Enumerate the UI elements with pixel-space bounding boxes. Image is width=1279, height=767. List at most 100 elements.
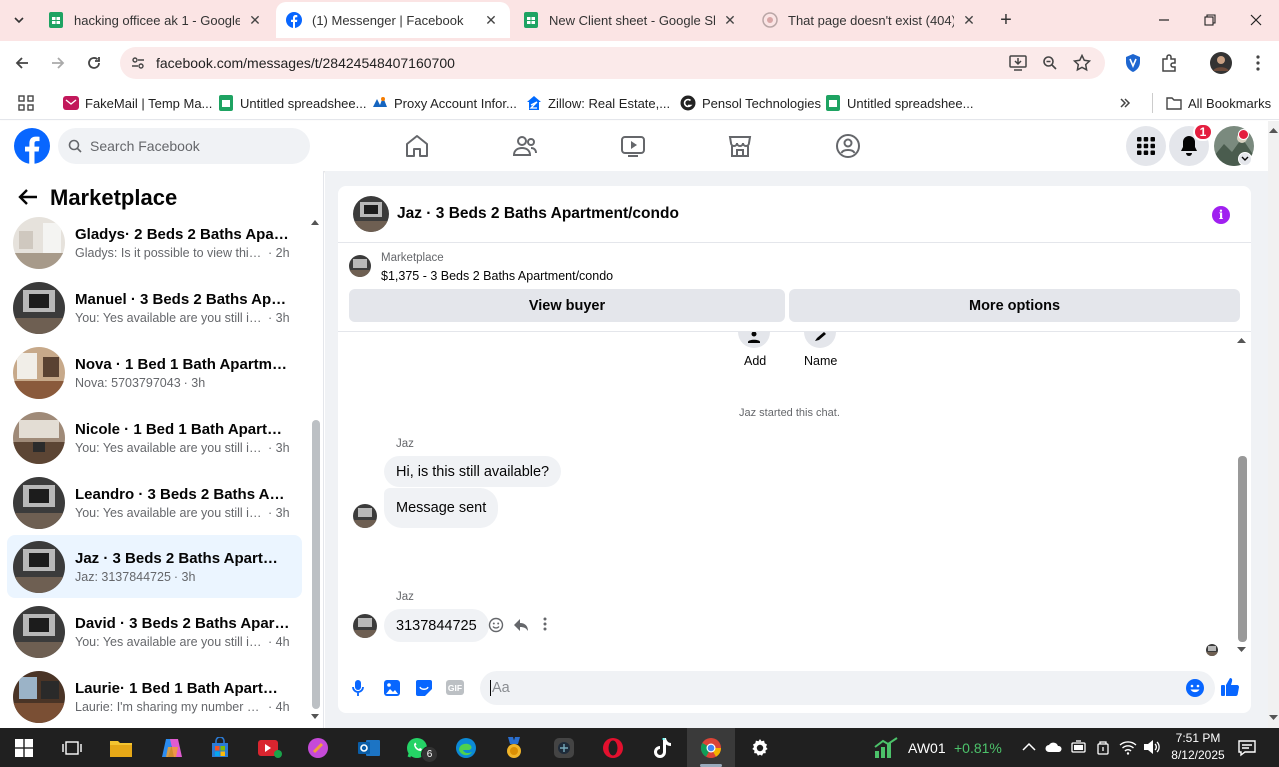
page-scroll-up-icon[interactable] — [1269, 127, 1278, 133]
show-hidden-icons-chevron-icon[interactable] — [1022, 741, 1036, 751]
chat-title[interactable]: Jaz · 3 Beds 2 Baths Apartment/condo — [397, 205, 679, 223]
bookmark-untitled-spreadsheet-1[interactable]: Untitled spreadshee... — [218, 92, 366, 114]
more-options-button[interactable]: More options — [789, 289, 1240, 322]
close-window-icon[interactable] — [1233, 0, 1279, 40]
reload-icon[interactable] — [82, 51, 106, 75]
menu-grid-button[interactable] — [1126, 126, 1166, 166]
close-tab-icon[interactable]: ✕ — [246, 12, 264, 29]
gif-icon[interactable]: GIF — [446, 680, 464, 695]
conversation-item[interactable]: David · 3 Beds 2 Baths Apartme... You: Ye… — [7, 600, 302, 663]
minimize-icon[interactable] — [1141, 0, 1187, 40]
tab-404-page[interactable]: That page doesn't exist (404) - I ✕ — [752, 2, 988, 38]
emoji-icon[interactable] — [1185, 678, 1205, 698]
sticker-icon[interactable] — [415, 679, 433, 697]
bookmark-proxy-account[interactable]: Proxy Account Infor... — [372, 92, 517, 114]
more-actions-icon[interactable] — [543, 617, 547, 631]
account-chevron-icon[interactable] — [1238, 152, 1252, 166]
settings-gear-icon[interactable] — [746, 734, 774, 762]
more-bookmarks-chevron-icon[interactable] — [1118, 92, 1132, 114]
view-buyer-button[interactable]: View buyer — [349, 289, 785, 322]
back-arrow-icon[interactable] — [10, 51, 34, 75]
extensions-puzzle-icon[interactable] — [1157, 51, 1181, 75]
forward-arrow-icon[interactable] — [46, 51, 70, 75]
bookmark-fakemail[interactable]: FakeMail | Temp Ma... — [63, 92, 212, 114]
chrome-icon[interactable] — [697, 734, 725, 762]
groups-icon[interactable] — [835, 133, 861, 159]
rewards-medal-icon[interactable] — [500, 734, 528, 762]
tab-search-chevron-icon[interactable] — [6, 8, 32, 32]
opera-icon[interactable] — [599, 734, 627, 762]
facebook-logo-icon[interactable] — [14, 128, 50, 164]
sidebar-scrollbar[interactable] — [312, 420, 320, 709]
extension-shield-icon[interactable] — [1121, 51, 1145, 75]
chat-scroll-down-icon[interactable] — [1237, 647, 1246, 653]
zoom-icon[interactable] — [1038, 51, 1062, 75]
tab-hacking-officee[interactable]: hacking officee ak 1 - Google Sh ✕ — [38, 2, 274, 38]
bookmark-zillow[interactable]: Zillow: Real Estate,... — [526, 92, 670, 114]
wifi-icon[interactable] — [1119, 739, 1137, 755]
app-icon[interactable] — [550, 734, 578, 762]
page-scrollbar[interactable] — [1268, 121, 1279, 728]
close-tab-icon[interactable]: ✕ — [482, 12, 500, 29]
conversation-item[interactable]: Leandro · 3 Beds 2 Baths Apart... You: Ye… — [7, 471, 302, 534]
bookmark-untitled-spreadsheet-2[interactable]: Untitled spreadshee... — [825, 92, 973, 114]
new-tab-icon[interactable]: + — [993, 8, 1019, 32]
microsoft-store-icon[interactable] — [206, 734, 234, 762]
info-icon[interactable]: i — [1212, 206, 1230, 224]
clock-date[interactable]: 8/12/2025 — [1166, 748, 1230, 762]
outlook-icon[interactable] — [355, 734, 383, 762]
home-icon[interactable] — [404, 133, 430, 159]
conversation-item[interactable]: Nova · 1 Bed 1 Bath Apartment/... Nova: 5… — [7, 341, 302, 404]
message-input[interactable]: Aa — [480, 671, 1215, 705]
clock-time[interactable]: 7:51 PM — [1168, 731, 1228, 745]
edge-icon[interactable] — [452, 734, 480, 762]
scroll-down-arrow-icon[interactable] — [311, 714, 319, 720]
chat-scrollbar[interactable] — [1238, 456, 1247, 642]
video-icon[interactable] — [620, 133, 646, 159]
reply-icon[interactable] — [513, 617, 529, 633]
chat-avatar[interactable] — [353, 196, 389, 232]
conversation-item[interactable]: Manuel · 3 Beds 2 Baths Apartm... You: Ye… — [7, 276, 302, 339]
friends-icon[interactable] — [512, 133, 538, 159]
profile-avatar[interactable] — [1209, 51, 1233, 75]
page-scroll-down-icon[interactable] — [1269, 715, 1278, 721]
conversation-item[interactable]: Laurie· 1 Bed 1 Bath Apartment/... Laurie… — [7, 665, 302, 728]
listing-title[interactable]: $1,375 - 3 Beds 2 Baths Apartment/condo — [381, 269, 613, 283]
onedrive-cloud-icon[interactable] — [1045, 741, 1063, 753]
windows-start-icon[interactable] — [10, 734, 38, 762]
bookmark-pensol[interactable]: Pensol Technologies — [680, 92, 821, 114]
tab-messenger[interactable]: (1) Messenger | Facebook ✕ — [276, 2, 510, 38]
video-editor-icon[interactable] — [256, 734, 284, 762]
battery-icon[interactable] — [1071, 740, 1087, 754]
restore-icon[interactable] — [1187, 0, 1233, 40]
back-arrow-icon[interactable] — [18, 188, 38, 206]
close-tab-icon[interactable]: ✕ — [721, 12, 739, 29]
address-bar[interactable]: facebook.com/messages/t/2842454840716070… — [120, 47, 1105, 79]
microphone-icon[interactable] — [351, 679, 365, 697]
volume-icon[interactable] — [1143, 739, 1161, 755]
vpn-icon[interactable] — [1096, 739, 1110, 755]
facebook-search-input[interactable]: Search Facebook — [58, 128, 310, 164]
message-bubble[interactable]: Message sent — [384, 488, 499, 528]
chat-scroll-up-icon[interactable] — [1237, 337, 1246, 343]
scroll-up-arrow-icon[interactable] — [311, 219, 319, 225]
edit-name-button[interactable] — [804, 332, 836, 348]
file-explorer-icon[interactable] — [107, 734, 135, 762]
marketplace-icon[interactable] — [727, 133, 753, 159]
bookmark-star-icon[interactable] — [1070, 51, 1094, 75]
photo-icon[interactable] — [383, 679, 401, 697]
conversation-item[interactable]: Gladys· 2 Beds 2 Baths Apartme... Gladys:… — [7, 211, 302, 274]
notification-center-icon[interactable] — [1238, 739, 1256, 757]
react-emoji-icon[interactable] — [488, 617, 504, 633]
tiktok-icon[interactable] — [648, 734, 676, 762]
install-app-icon[interactable] — [1006, 51, 1030, 75]
browser-menu-icon[interactable] — [1246, 51, 1270, 75]
tab-new-client-sheet[interactable]: New Client sheet - Google Shee ✕ — [513, 2, 749, 38]
message-bubble[interactable]: 3137844725 — [384, 609, 489, 642]
all-bookmarks[interactable]: All Bookmarks — [1166, 92, 1271, 114]
message-bubble[interactable]: Hi, is this still available? — [384, 456, 562, 487]
like-thumb-icon[interactable] — [1220, 677, 1240, 697]
add-contact-button[interactable] — [738, 332, 770, 348]
conversation-item-selected[interactable]: Jaz · 3 Beds 2 Baths Apartment/... Jaz: 3… — [7, 535, 302, 598]
apps-grid-icon[interactable] — [18, 92, 34, 114]
